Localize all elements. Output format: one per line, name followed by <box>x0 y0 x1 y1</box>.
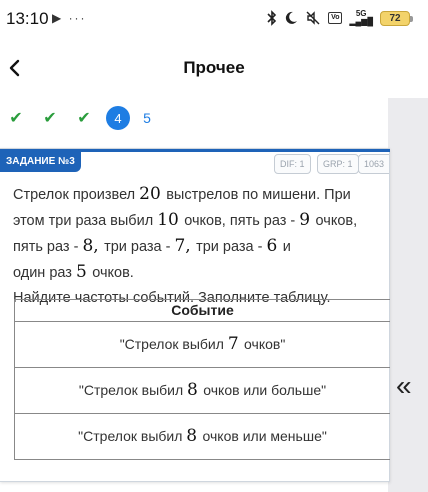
meta-group: GRP: 1 <box>317 154 359 174</box>
math-number: 8, <box>82 236 105 256</box>
step-next[interactable]: 5 <box>140 104 154 132</box>
events-table: Событие "Стрелок выбил 7 очков" "Стрелок … <box>14 299 390 460</box>
task-steps: ✔ ✔ ✔ 4 5 <box>0 104 388 132</box>
text-segment: этом три раза выбил <box>13 213 158 229</box>
text-segment: очков или меньше" <box>202 428 327 444</box>
status-icons: Vo 5G ▂▄▆█ 72 <box>267 9 413 26</box>
text-segment: пять раз - <box>13 239 83 255</box>
table-row: "Стрелок выбил 8 очков или меньше" <box>15 414 390 460</box>
step-3-check-icon[interactable]: ✔ <box>74 104 94 132</box>
text-segment: и <box>282 239 291 255</box>
step-2-check-icon[interactable]: ✔ <box>40 104 60 132</box>
app-header: Прочее <box>0 48 428 90</box>
meta-id: 1063 <box>358 154 390 174</box>
math-number: 8 <box>187 380 204 400</box>
math-number: 7 <box>227 334 245 354</box>
problem-line: пять раз - 8, три раза - 7, три раза - 6… <box>13 234 383 260</box>
text-segment: очков или больше" <box>203 382 327 398</box>
text-segment: один раз <box>13 265 76 281</box>
text-segment: "Стрелок выбил <box>78 382 188 398</box>
text-segment: три раза - <box>104 239 175 255</box>
signal-icon: 5G ▂▄▆█ <box>349 9 373 26</box>
bluetooth-icon <box>267 10 277 26</box>
math-number: 5 <box>75 262 93 282</box>
text-segment: выстрелов по мишени. При <box>166 187 351 203</box>
mute-icon <box>306 11 320 25</box>
network-type-label: 5G <box>355 9 367 18</box>
text-segment: "Стрелок выбил <box>119 336 228 352</box>
text-segment: очков, <box>315 213 358 229</box>
text-segment: очков, пять раз - <box>184 213 300 229</box>
status-time: 13:10 <box>6 9 49 28</box>
text-segment: "Стрелок выбил <box>78 428 187 444</box>
page-title: Прочее <box>183 58 245 77</box>
text-segment: очков. <box>92 265 134 281</box>
text-segment: три раза - <box>196 239 267 255</box>
problem-text: Стрелок произвел 20 выстрелов по мишени.… <box>13 182 383 311</box>
step-1-check-icon[interactable]: ✔ <box>6 104 26 132</box>
task-card: ЗАДАНИЕ №3 DIF: 1 GRP: 1 1063 Стрелок пр… <box>0 148 390 482</box>
battery-icon: 72 <box>380 10 413 26</box>
double-chevron-left-icon[interactable]: « <box>396 372 412 400</box>
math-number: 20 <box>139 184 167 204</box>
moon-icon <box>286 11 298 24</box>
side-panel <box>388 98 428 492</box>
volte-icon: Vo <box>328 12 343 24</box>
math-number: 6 <box>266 236 283 256</box>
meta-difficulty: DIF: 1 <box>274 154 311 174</box>
table-body: "Стрелок выбил 7 очков" "Стрелок выбил 8 … <box>15 322 390 460</box>
status-bar: 13:10 ▶ ··· Vo 5G ▂▄▆█ 72 <box>0 0 428 40</box>
table-row: "Стрелок выбил 8 очков или больше" <box>15 368 390 414</box>
task-number-label: ЗАДАНИЕ №3 <box>0 152 81 172</box>
step-current[interactable]: 4 <box>106 106 130 130</box>
math-number: 7, <box>174 236 197 256</box>
math-number: 8 <box>186 426 203 446</box>
text-segment: очков" <box>244 336 286 352</box>
math-number: 10 <box>157 210 185 230</box>
table-header: Событие <box>15 300 390 322</box>
math-number: 9 <box>299 210 316 230</box>
notification-icons: ▶ ··· <box>52 11 87 25</box>
problem-line: один раз 5 очков. <box>13 260 383 286</box>
problem-line: Стрелок произвел 20 выстрелов по мишени.… <box>13 182 383 208</box>
table-row: "Стрелок выбил 7 очков" <box>15 322 390 368</box>
problem-line: этом три раза выбил 10 очков, пять раз -… <box>13 208 383 234</box>
text-segment: Стрелок произвел <box>13 187 140 203</box>
